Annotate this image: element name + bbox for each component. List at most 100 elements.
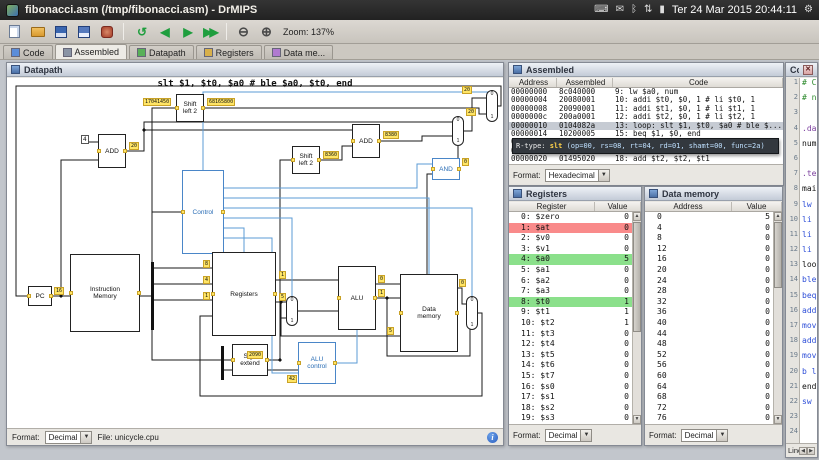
tab-assembled[interactable]: Assembled xyxy=(55,44,128,59)
zoom-in-button[interactable]: ⊕ xyxy=(256,22,277,42)
register-row[interactable]: 12: $t40 xyxy=(509,339,632,350)
code-line[interactable]: 21end: xyxy=(786,382,817,397)
mail-icon[interactable]: ✉ xyxy=(616,0,624,20)
component-and-branch[interactable]: AND xyxy=(432,158,460,180)
component-instruction-memory[interactable]: Instruction Memory xyxy=(70,254,140,332)
new-file-button[interactable] xyxy=(4,22,25,42)
assembled-format-select[interactable]: Hexadecimal ▼ xyxy=(545,169,610,182)
memory-row[interactable]: 120 xyxy=(645,244,773,255)
tab-registers[interactable]: Registers xyxy=(196,45,262,59)
code-line[interactable]: 7.tex xyxy=(786,169,817,184)
bluetooth-icon[interactable]: ᛒ xyxy=(631,0,637,20)
restart-button[interactable]: ↺ xyxy=(130,22,151,42)
component-mux-pcsrc[interactable]: 01 xyxy=(452,116,464,146)
code-line[interactable]: 20b lo xyxy=(786,367,817,382)
register-row[interactable]: 6: $a20 xyxy=(509,276,632,287)
register-row[interactable]: 2: $v00 xyxy=(509,233,632,244)
data-memory-scrollbar[interactable]: ▲ ▼ xyxy=(773,212,782,424)
code-line[interactable]: 12li xyxy=(786,245,817,260)
code-line[interactable]: 3 xyxy=(786,108,817,123)
component-alu-control[interactable]: ALU control xyxy=(298,342,336,384)
code-line[interactable]: 4.dat xyxy=(786,124,817,139)
component-control[interactable]: Control xyxy=(182,170,224,254)
code-line[interactable]: 6 xyxy=(786,154,817,169)
code-line[interactable]: 22sw xyxy=(786,397,817,412)
code-line[interactable]: 10li xyxy=(786,215,817,230)
scroll-down-icon[interactable]: ▼ xyxy=(633,415,641,424)
memory-row[interactable]: 160 xyxy=(645,254,773,265)
register-row[interactable]: 4: $a05 xyxy=(509,254,632,265)
code-line[interactable]: 24 xyxy=(786,427,817,442)
code-line[interactable]: 13loop xyxy=(786,260,817,275)
register-row[interactable]: 18: $s20 xyxy=(509,403,632,414)
zoom-out-button[interactable]: ⊖ xyxy=(233,22,254,42)
scroll-left-icon[interactable]: ◀ xyxy=(799,447,807,455)
registers-scrollbar[interactable]: ▲ ▼ xyxy=(632,212,641,424)
code-line[interactable]: 23 xyxy=(786,412,817,427)
memory-row[interactable]: 05 xyxy=(645,212,773,223)
register-row[interactable]: 8: $t01 xyxy=(509,297,632,308)
assembled-row[interactable]: 000000082009000111: addi $t1, $0, 1 # li… xyxy=(509,105,783,113)
assembled-row[interactable]: 000000200149502018: add $t2, $t2, $t1 xyxy=(509,155,783,163)
scroll-right-icon[interactable]: ▶ xyxy=(807,447,815,455)
scroll-down-icon[interactable]: ▼ xyxy=(774,415,782,424)
register-row[interactable]: 3: $v10 xyxy=(509,244,632,255)
memory-row[interactable]: 200 xyxy=(645,265,773,276)
tab-code[interactable]: Code xyxy=(3,45,53,59)
assembled-row[interactable]: 000000100104082a13: loop: slt $1, $t0, $… xyxy=(509,122,783,130)
data-memory-frame-titlebar[interactable]: Data memory xyxy=(645,187,782,201)
code-line[interactable]: 5num: xyxy=(786,139,817,154)
register-row[interactable]: 11: $t30 xyxy=(509,329,632,340)
memory-row[interactable]: 600 xyxy=(645,371,773,382)
component-alu[interactable]: ALU xyxy=(338,266,376,330)
register-row[interactable]: 15: $t70 xyxy=(509,371,632,382)
code-line[interactable]: 19mov xyxy=(786,351,817,366)
register-row[interactable]: 19: $s30 xyxy=(509,413,632,424)
assembled-frame-titlebar[interactable]: Assembled xyxy=(509,63,783,77)
component-add-branch[interactable]: ADD xyxy=(352,124,380,158)
save-button[interactable] xyxy=(50,22,71,42)
tab-datapath[interactable]: Datapath xyxy=(129,45,194,59)
memory-row[interactable]: 560 xyxy=(645,360,773,371)
register-row[interactable]: 13: $t50 xyxy=(509,350,632,361)
memory-row[interactable]: 640 xyxy=(645,382,773,393)
scroll-up-icon[interactable]: ▲ xyxy=(633,212,641,221)
component-shift-left-jump[interactable]: Shift left 2 xyxy=(176,94,204,122)
register-row[interactable]: 0: $zero0 xyxy=(509,212,632,223)
code-line[interactable]: 18add xyxy=(786,336,817,351)
memory-row[interactable]: 320 xyxy=(645,297,773,308)
clock-label[interactable]: Ter 24 Mar 2015 20:44:11 xyxy=(672,4,797,16)
register-row[interactable]: 5: $a10 xyxy=(509,265,632,276)
assembled-row[interactable]: 000000042008000110: addi $t0, $0, 1 # li… xyxy=(509,96,783,104)
register-row[interactable]: 9: $t11 xyxy=(509,307,632,318)
memory-row[interactable]: 480 xyxy=(645,339,773,350)
memory-row[interactable]: 440 xyxy=(645,329,773,340)
memory-row[interactable]: 80 xyxy=(645,233,773,244)
tab-data-memory[interactable]: Data me... xyxy=(264,45,334,59)
info-icon[interactable]: i xyxy=(487,432,498,443)
register-row[interactable]: 14: $t60 xyxy=(509,360,632,371)
component-mux-alusrc[interactable]: 01 xyxy=(286,296,298,326)
registers-format-select[interactable]: Decimal ▼ xyxy=(545,429,593,442)
component-data-memory[interactable]: Data memory xyxy=(400,274,458,352)
memory-row[interactable]: 760 xyxy=(645,413,773,424)
network-icon[interactable]: ⇅ xyxy=(644,0,652,20)
memory-row[interactable]: 280 xyxy=(645,286,773,297)
component-shift-left-branch[interactable]: Shift left 2 xyxy=(292,146,320,174)
datapath-format-select[interactable]: Decimal ▼ xyxy=(45,431,93,444)
assembled-row[interactable]: 000000008c0400009: lw $a0, num xyxy=(509,88,783,96)
register-row[interactable]: 10: $t21 xyxy=(509,318,632,329)
register-row[interactable]: 16: $s00 xyxy=(509,382,632,393)
code-line[interactable]: 16add xyxy=(786,306,817,321)
run-button[interactable]: ▶▶ xyxy=(199,22,220,42)
component-mux-memtoreg[interactable]: 01 xyxy=(466,296,478,330)
memory-row[interactable]: 240 xyxy=(645,276,773,287)
code-line[interactable]: 11li xyxy=(786,230,817,245)
code-line[interactable]: 8main xyxy=(786,184,817,199)
back-step-button[interactable]: ◀ xyxy=(153,22,174,42)
scrollbar-thumb[interactable] xyxy=(633,222,641,332)
code-frame-titlebar[interactable]: Code ✕ xyxy=(786,63,817,77)
data-memory-format-select[interactable]: Decimal ▼ xyxy=(681,429,729,442)
component-pc[interactable]: PC xyxy=(28,286,52,306)
scrollbar-thumb[interactable] xyxy=(774,222,782,288)
